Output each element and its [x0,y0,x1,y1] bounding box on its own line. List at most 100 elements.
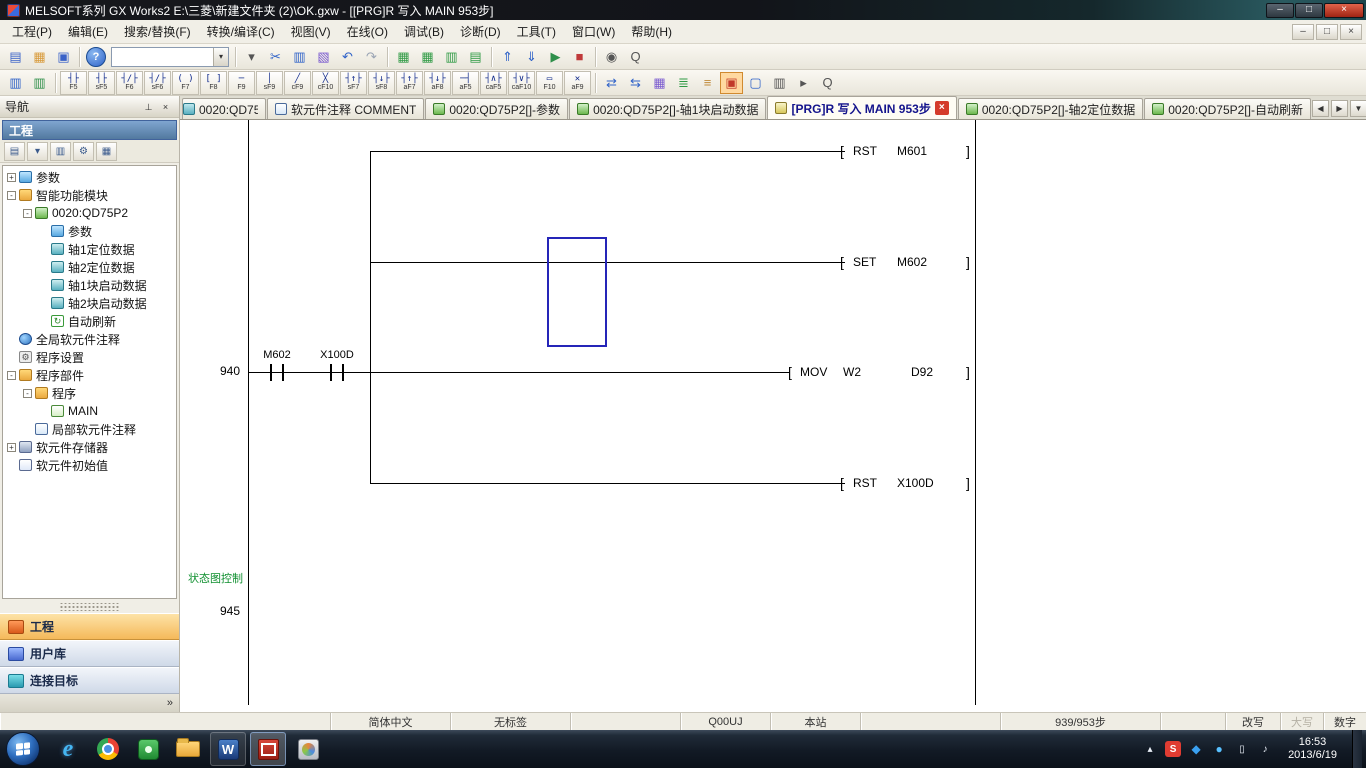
verify-button[interactable]: ▥ [440,46,463,68]
show-desktop-button[interactable] [1352,730,1362,768]
convert-compile-button[interactable]: ⇆ [624,72,647,94]
tree-item-program-setting[interactable]: 程序设置 [3,348,176,366]
read-from-plc-button[interactable]: ⇓ [520,46,543,68]
tab-scroll-left-button[interactable]: ◀ [1312,100,1329,117]
instruction-set-m602[interactable]: SET [853,254,876,270]
device-memory-button[interactable]: ▦ [416,46,439,68]
tray-input-method[interactable]: S [1165,741,1181,757]
menu-item[interactable]: 编辑(E) [60,20,116,43]
nav-tool-filter-button[interactable]: ▦ [96,142,117,161]
next-window-button[interactable]: ▸ [792,72,815,94]
split-window-button[interactable]: ▥ [768,72,791,94]
tree-item-axis2-positioning-data[interactable]: 轴2定位数据 [3,258,176,276]
taskbar-clock[interactable]: 16:53 2013/6/19 [1288,736,1337,762]
pane-button-project[interactable]: 工程 [0,613,179,640]
redo-button[interactable]: ↷ [360,46,383,68]
monitor-mode-button[interactable]: ▥ [4,72,27,94]
tree-item-axis1-positioning-data[interactable]: 轴1定位数据 [3,240,176,258]
tree-item-qd75p2[interactable]: - 0020:QD75P2 [3,204,176,222]
operand-x100d[interactable]: X100D [897,475,934,491]
falling-pulse-branch-button[interactable]: ┤↓├ aF8 [424,71,451,95]
closed-contact-button[interactable]: ┤/├ F6 [116,71,143,95]
zoom-level-button[interactable]: Q [816,72,839,94]
tab-auto-refresh[interactable]: 0020:QD75P2[]-自动刷新 [1144,98,1311,119]
pane-button-connection-destination[interactable]: 连接目标 [0,667,179,694]
tab-axis2-block-start-data[interactable]: 0020:QD75P2[]-轴2块启动数据 [182,98,266,119]
tray-security-app[interactable]: ◆ [1188,741,1204,757]
taskbar-green-app[interactable] [130,732,166,766]
taskbar-word[interactable] [210,732,246,766]
taskbar-gx-works2[interactable] [250,732,286,766]
statement-display-button[interactable]: ≣ [672,72,695,94]
tree-item-axis2-block-start-data[interactable]: 轴2块启动数据 [3,294,176,312]
open-branch-button[interactable]: ┤├ sF5 [88,71,115,95]
read-mode-button[interactable]: ▢ [744,72,767,94]
close-icon[interactable]: × [157,99,174,114]
program-convert-button[interactable]: ⇄ [600,72,623,94]
write-to-plc-button[interactable]: ⇑ [496,46,519,68]
display-content-button[interactable]: ▾ [240,46,263,68]
tab-qd75p2-parameter[interactable]: 0020:QD75P2[]-参数 [425,98,568,119]
close-button[interactable]: × [1324,3,1364,18]
tree-item-program[interactable]: - 程序 [3,384,176,402]
instruction-mov[interactable]: MOV [800,364,827,380]
menu-item[interactable]: 帮助(H) [623,20,680,43]
rising-pulse-branch-button[interactable]: ┤↑├ aF7 [396,71,423,95]
closed-branch-button[interactable]: ┤/├ sF6 [144,71,171,95]
tree-item-pou[interactable]: - 程序部件 [3,366,176,384]
minimize-button[interactable]: – [1266,3,1294,18]
operand-m601[interactable]: M601 [897,143,927,159]
nav-tool-sort-button[interactable]: ▥ [50,142,71,161]
menu-item[interactable]: 在线(O) [339,20,396,43]
operand-d92[interactable]: D92 [911,364,933,380]
tree-item-axis1-block-start-data[interactable]: 轴1块启动数据 [3,276,176,294]
write-mode-button[interactable]: ▣ [720,72,743,94]
rising-pulse-button[interactable]: ┤↑├ sF7 [340,71,367,95]
open-contact-button[interactable]: ┤├ F5 [60,71,87,95]
mdi-restore-button[interactable]: □ [1316,24,1338,40]
tree-expand-toggle[interactable]: - [23,389,32,398]
taskbar-designer[interactable] [290,732,326,766]
note-display-button[interactable]: ≡ [696,72,719,94]
program-selector-combo[interactable]: ▾ [111,47,229,67]
tab-main-program[interactable]: [PRG]R 写入 MAIN 953步 × [767,96,956,119]
maximize-button[interactable]: □ [1295,3,1323,18]
save-project-button[interactable]: ▣ [52,46,75,68]
nav-tool-expand-button[interactable]: ▾ [27,142,48,161]
start-button[interactable] [6,732,40,766]
monitor-write-mode-button[interactable]: ▥ [28,72,51,94]
diagnostics-button[interactable]: ◉ [600,46,623,68]
menu-item[interactable]: 工具(T) [509,20,564,43]
vertical-line-button[interactable]: │ sF9 [256,71,283,95]
tab-close-button[interactable]: × [935,101,949,115]
edit-line-button[interactable]: ▭ F10 [536,71,563,95]
coil-button[interactable]: ( ) F7 [172,71,199,95]
pulse-result-not-button[interactable]: ┤∨├ caF10 [508,71,535,95]
taskbar-internet-explorer[interactable] [50,732,86,766]
comment-display-button[interactable]: ▦ [648,72,671,94]
falling-pulse-button[interactable]: ┤↓├ sF8 [368,71,395,95]
delete-vertical-line-button[interactable]: ╳ cF10 [312,71,339,95]
delete-line-button[interactable]: ✕ aF9 [564,71,591,95]
tab-scroll-right-button[interactable]: ▶ [1331,100,1348,117]
tree-item-device-initial-value[interactable]: 软元件初始值 [3,456,176,474]
zoom-button[interactable]: Q [624,46,647,68]
pulse-result-button[interactable]: ┤∧├ caF5 [480,71,507,95]
window-display-button[interactable]: ? [86,47,106,67]
tree-expand-toggle[interactable]: - [7,191,16,200]
contact-label-x100d[interactable]: X100D [310,349,364,361]
tree-item-global-device-comment[interactable]: 全局软元件注释 [3,330,176,348]
open-project-button[interactable]: ▦ [28,46,51,68]
tray-volume[interactable]: ♪ [1257,741,1273,757]
application-instruction-button[interactable]: [ ] F8 [200,71,227,95]
menu-item[interactable]: 诊断(D) [452,20,509,43]
contact-label-m602[interactable]: M602 [252,349,302,361]
mdi-minimize-button[interactable]: – [1292,24,1314,40]
tab-axis2-positioning-data[interactable]: 0020:QD75P2[]-轴2定位数据 [958,98,1143,119]
tree-item-device-memory[interactable]: + 软元件存储器 [3,438,176,456]
pane-drag-handle[interactable] [60,603,119,611]
taskbar-explorer[interactable] [170,732,206,766]
mdi-close-button[interactable]: × [1340,24,1362,40]
tray-expand-button[interactable]: ▴ [1142,741,1158,757]
tree-expand-toggle[interactable]: - [7,371,16,380]
